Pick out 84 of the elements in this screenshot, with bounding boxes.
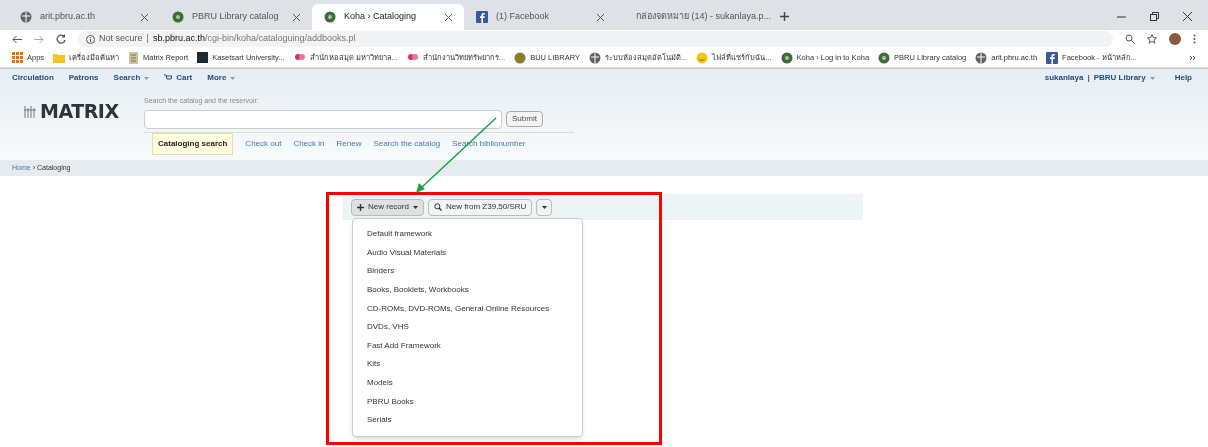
menu-item[interactable]: Serials xyxy=(353,410,582,430)
search-tab[interactable]: Renew xyxy=(336,133,362,154)
menu-item[interactable]: CD-ROMs, DVD-ROMs, General Online Resources xyxy=(353,299,582,318)
apps-grid-icon xyxy=(12,52,23,63)
circle-icon xyxy=(878,51,891,64)
caret-icon xyxy=(412,205,418,209)
folder-icon xyxy=(53,52,66,63)
plus-icon xyxy=(357,203,364,211)
restore-icon[interactable] xyxy=(1150,12,1159,21)
browser-tab[interactable]: arit.pbru.ac.th xyxy=(8,4,160,30)
minimize-icon[interactable] xyxy=(1117,15,1126,18)
nav-link[interactable]: Circulation xyxy=(12,72,54,84)
search-tab[interactable]: Check out xyxy=(245,133,282,154)
tab-title: PBRU Library catalog xyxy=(192,10,280,24)
cart-icon xyxy=(164,74,173,82)
chevron-icon[interactable] xyxy=(1190,54,1196,61)
globe-icon xyxy=(20,11,32,23)
browser-tab[interactable]: Koha › Cataloging xyxy=(312,4,464,30)
document-icon xyxy=(128,51,140,64)
nav-link[interactable]: Patrons xyxy=(68,72,99,84)
nav-link[interactable]: More xyxy=(207,72,236,84)
browser-tab[interactable]: PBRU Library catalog xyxy=(160,4,312,30)
back-arrow-icon[interactable] xyxy=(12,34,22,44)
tab-title: Koha › Cataloging xyxy=(344,10,418,24)
search-tab[interactable]: Check in xyxy=(293,133,325,154)
close-icon[interactable] xyxy=(293,13,300,21)
library-link[interactable]: PBRU Library xyxy=(1093,72,1155,84)
circle-icon xyxy=(172,11,184,23)
facebook-icon xyxy=(1046,51,1059,64)
menu-item[interactable]: DVDs, VHS xyxy=(353,317,582,337)
new-from-z3950-button[interactable]: New from Z39.50/SRU xyxy=(427,198,533,216)
menu-icon[interactable] xyxy=(1193,34,1196,44)
url-text: sb.pbru.ac.th/cgi-bin/koha/cataloguing/addbooks.pl xyxy=(152,32,356,46)
menu-item[interactable]: Kits xyxy=(353,355,582,374)
close-icon[interactable] xyxy=(141,13,148,21)
menu-item[interactable]: Binders xyxy=(353,262,582,281)
search-icon xyxy=(433,203,442,211)
logo-text: MATRIX xyxy=(40,98,119,124)
circle-icon xyxy=(324,11,336,23)
caret-icon xyxy=(144,76,150,80)
close-icon[interactable] xyxy=(445,13,452,21)
square-icon xyxy=(197,52,209,63)
submit-button[interactable]: Submit xyxy=(506,111,543,127)
zoom-icon[interactable] xyxy=(1125,34,1135,44)
separator: | xyxy=(1087,72,1090,84)
tab-title: arit.pbru.ac.th xyxy=(40,10,97,24)
smiley-icon xyxy=(696,51,709,64)
caret-icon xyxy=(1149,76,1155,80)
browser-tab[interactable]: (1) Facebook xyxy=(464,4,616,30)
caret-icon xyxy=(541,205,547,209)
menu-item[interactable]: Default framework xyxy=(353,225,582,244)
menu-item[interactable]: Books, Booklets, Workbooks xyxy=(353,280,582,300)
star-icon[interactable] xyxy=(1147,34,1157,44)
new-record-button[interactable]: New record xyxy=(351,198,424,216)
circle-icon xyxy=(514,51,527,64)
help-link[interactable]: Help xyxy=(1174,72,1192,84)
nav-link[interactable]: Search xyxy=(113,72,150,84)
menu-item[interactable]: Audio Visual Materials xyxy=(353,243,582,263)
reload-icon[interactable] xyxy=(56,34,66,44)
menu-item[interactable]: Fast Add Framework xyxy=(353,336,582,356)
menu-item[interactable]: PBRU Books xyxy=(353,392,582,411)
separator: | xyxy=(146,32,149,46)
new-tab-icon[interactable] xyxy=(780,12,789,21)
globe-icon xyxy=(589,51,601,64)
globe-icon xyxy=(975,51,988,64)
close-icon[interactable] xyxy=(1183,12,1192,21)
dropdown-toggle-button[interactable] xyxy=(536,198,553,216)
search-field[interactable] xyxy=(144,109,502,129)
caret-icon xyxy=(230,76,236,80)
profile-avatar-icon[interactable] xyxy=(1169,33,1181,45)
menu-item[interactable]: Models xyxy=(353,373,582,393)
security-label: Not secure xyxy=(99,32,143,46)
tab-title: กล่องจดหมาย (14) - sukanlaya.p... xyxy=(636,10,772,24)
close-icon[interactable] xyxy=(597,13,604,21)
address-field[interactable]: Not secure | sb.pbru.ac.th/cgi-bin/koha/cataloguing/addbooks.pl xyxy=(78,31,1113,47)
tab-title: (1) Facebook xyxy=(496,10,551,24)
circle-icon xyxy=(780,51,793,64)
logo-icon xyxy=(24,104,36,118)
nav-link[interactable]: Cart xyxy=(164,72,193,84)
facebook-icon xyxy=(476,11,488,23)
user-link[interactable]: sukanlaya xyxy=(1044,72,1084,84)
search-tab[interactable]: Search the catalog xyxy=(373,133,441,154)
search-tab[interactable]: Cataloging search xyxy=(152,132,234,155)
info-icon xyxy=(86,34,95,44)
